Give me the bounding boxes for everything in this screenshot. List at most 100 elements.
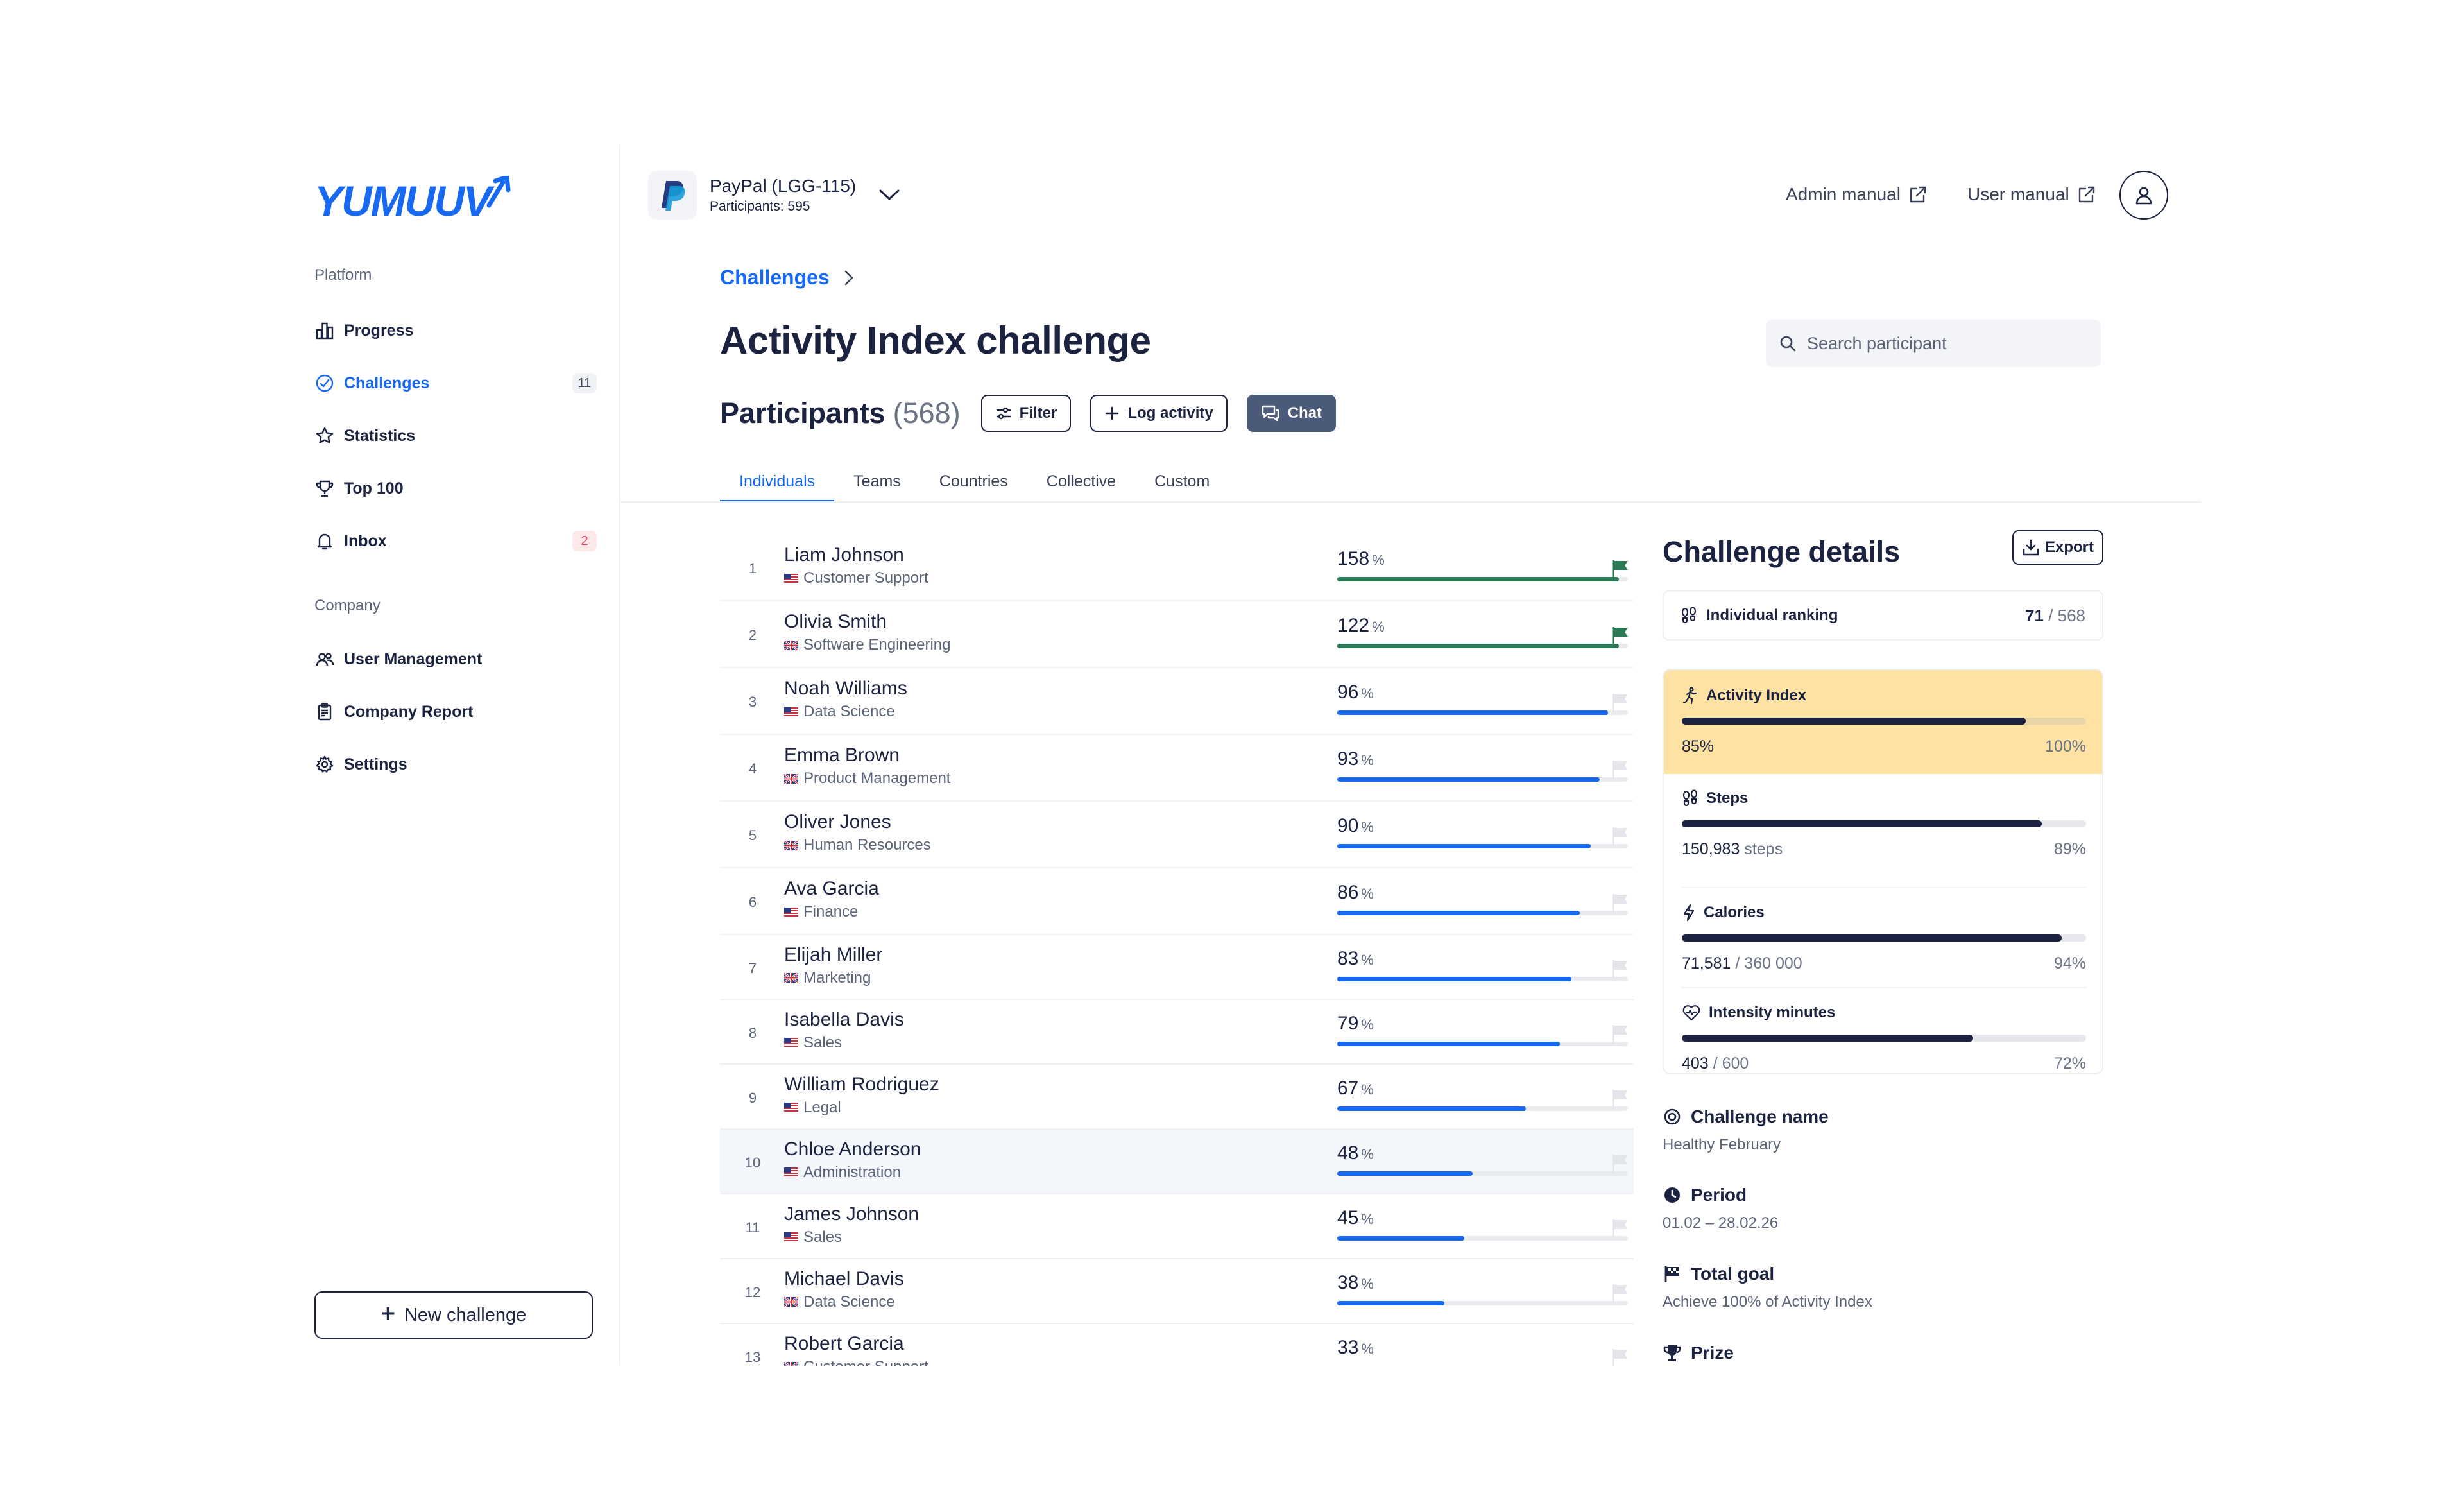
progress-track bbox=[1337, 644, 1628, 648]
participant-rank: 5 bbox=[748, 827, 757, 843]
chat-button[interactable]: Chat bbox=[1246, 395, 1337, 432]
challenge-name-label: Challenge name bbox=[1691, 1106, 1829, 1126]
admin-manual-link[interactable]: Admin manual bbox=[1786, 184, 1928, 205]
department-label: Legal bbox=[803, 1098, 841, 1116]
bell-icon bbox=[314, 531, 335, 551]
participant-department: Customer Support bbox=[784, 1358, 928, 1366]
participant-name[interactable]: Liam Johnson bbox=[784, 544, 904, 566]
progress-fill bbox=[1337, 1300, 1444, 1305]
participant-row[interactable]: 13 Robert Garcia Customer Support 33% bbox=[720, 1324, 1634, 1366]
participant-row[interactable]: 4 Emma Brown Product Management 93% bbox=[720, 735, 1634, 802]
calories-value-group: 71,581 / 360 000 bbox=[1682, 954, 1802, 973]
sidebar-item-progress[interactable]: Progress bbox=[314, 314, 597, 347]
participant-name[interactable]: William Rodriguez bbox=[784, 1074, 939, 1096]
participant-row[interactable]: 12 Michael Davis Data Science 38% bbox=[720, 1259, 1634, 1324]
participant-percent: 93% bbox=[1337, 748, 1374, 770]
participant-rank: 11 bbox=[745, 1219, 760, 1235]
participant-row[interactable]: 6 Ava Garcia Finance 86% bbox=[720, 868, 1634, 935]
participant-row[interactable]: 11 James Johnson Sales 45% bbox=[720, 1194, 1634, 1259]
calories-track bbox=[1682, 934, 2086, 942]
sidebar-item-statistics[interactable]: Statistics bbox=[314, 420, 597, 452]
sidebar-item-top-100[interactable]: Top 100 bbox=[314, 472, 597, 504]
search-participant-input[interactable] bbox=[1807, 333, 2089, 354]
running-icon bbox=[1682, 687, 1697, 705]
participant-row[interactable]: 7 Elijah Miller Marketing 83% bbox=[720, 935, 1634, 1000]
department-label: Data Science bbox=[803, 1293, 895, 1311]
challenge-name-value: Healthy February bbox=[1663, 1136, 1781, 1153]
activity-index-fill bbox=[1682, 718, 2026, 725]
participant-name[interactable]: Olivia Smith bbox=[784, 611, 887, 633]
participant-row[interactable]: 9 William Rodriguez Legal 67% bbox=[720, 1065, 1634, 1130]
progress-fill bbox=[1337, 710, 1608, 715]
chevron-down-icon[interactable] bbox=[878, 188, 901, 202]
participant-row[interactable]: 10 Chloe Anderson Administration 48% bbox=[720, 1130, 1634, 1194]
percent-unit: % bbox=[1361, 951, 1374, 968]
goal-flag-icon bbox=[1612, 894, 1628, 913]
goal-flag-icon bbox=[1612, 1089, 1628, 1109]
participant-row[interactable]: 3 Noah Williams Data Science 96% bbox=[720, 668, 1634, 735]
steps-fill bbox=[1682, 820, 2042, 827]
steps-value: 150,983 bbox=[1682, 840, 1740, 858]
plus-icon: + bbox=[381, 1300, 395, 1327]
user-manual-link[interactable]: User manual bbox=[1967, 184, 2096, 205]
sidebar-item-inbox[interactable]: Inbox 2 bbox=[314, 525, 597, 557]
yumuuv-logo[interactable]: YUMUUV bbox=[314, 168, 512, 222]
percent-unit: % bbox=[1361, 752, 1374, 768]
participant-percent: 67% bbox=[1337, 1078, 1374, 1099]
participant-name[interactable]: James Johnson bbox=[784, 1203, 919, 1225]
participant-name[interactable]: Noah Williams bbox=[784, 678, 907, 700]
participant-department: Human Resources bbox=[784, 836, 931, 854]
participant-name[interactable]: Chloe Anderson bbox=[784, 1139, 921, 1160]
sidebar-item-company-report[interactable]: Company Report bbox=[314, 696, 597, 728]
log-activity-button[interactable]: Log activity bbox=[1090, 395, 1228, 432]
tab-custom[interactable]: Custom bbox=[1135, 469, 1229, 502]
participant-row[interactable]: 8 Isabella Davis Sales 79% bbox=[720, 1000, 1634, 1065]
sidebar-item-settings[interactable]: Settings bbox=[314, 748, 597, 780]
participant-department: Customer Support bbox=[784, 569, 928, 587]
filter-button[interactable]: Filter bbox=[980, 395, 1072, 432]
participant-rank: 4 bbox=[748, 761, 757, 777]
participant-row[interactable]: 5 Oliver Jones Human Resources 90% bbox=[720, 802, 1634, 868]
participant-row[interactable]: 2 Olivia Smith Software Engineering 122% bbox=[720, 601, 1634, 668]
department-label: Software Engineering bbox=[803, 636, 951, 653]
participant-name[interactable]: Emma Brown bbox=[784, 745, 900, 766]
total-goal-info: Total goal Achieve 100% of Activity Inde… bbox=[1663, 1264, 1872, 1311]
user-avatar-button[interactable] bbox=[2119, 171, 2168, 220]
participant-name[interactable]: Michael Davis bbox=[784, 1268, 904, 1290]
new-challenge-button[interactable]: + New challenge bbox=[314, 1291, 593, 1339]
progress-track bbox=[1337, 976, 1628, 981]
sidebar-item-challenges[interactable]: Challenges 11 bbox=[314, 367, 597, 399]
progress-fill bbox=[1337, 844, 1591, 848]
tab-collective[interactable]: Collective bbox=[1027, 469, 1135, 502]
participant-name[interactable]: Robert Garcia bbox=[784, 1333, 904, 1355]
department-label: Marketing bbox=[803, 969, 871, 986]
breadcrumb[interactable]: Challenges bbox=[720, 266, 854, 289]
company-switcher[interactable]: PayPal (LGG-115) Participants: 595 bbox=[648, 171, 901, 220]
logo-arrow-icon bbox=[486, 176, 511, 208]
participant-name[interactable]: Ava Garcia bbox=[784, 878, 879, 900]
calories-unit: / 360 000 bbox=[1735, 954, 1802, 972]
participant-row[interactable]: 1 Liam Johnson Customer Support 158% bbox=[720, 535, 1634, 601]
participant-name[interactable]: Oliver Jones bbox=[784, 811, 891, 833]
uk-flag-icon bbox=[784, 973, 798, 983]
breadcrumb-challenges[interactable]: Challenges bbox=[720, 266, 830, 289]
participants-count: (568) bbox=[893, 397, 961, 429]
log-activity-label: Log activity bbox=[1127, 404, 1213, 422]
tab-teams[interactable]: Teams bbox=[834, 469, 920, 502]
participant-rank: 8 bbox=[748, 1024, 757, 1041]
search-icon bbox=[1780, 336, 1796, 352]
participant-name[interactable]: Elijah Miller bbox=[784, 944, 882, 966]
tab-countries[interactable]: Countries bbox=[920, 469, 1027, 502]
us-flag-icon bbox=[784, 907, 798, 917]
tab-individuals[interactable]: Individuals bbox=[720, 469, 835, 502]
intensity-minutes-percent: 72% bbox=[2053, 1055, 2086, 1072]
participant-name[interactable]: Isabella Davis bbox=[784, 1009, 904, 1031]
search-box[interactable] bbox=[1766, 320, 2101, 367]
department-label: Product Management bbox=[803, 770, 951, 787]
new-challenge-label: New challenge bbox=[404, 1304, 527, 1325]
intensity-minutes-unit: / 600 bbox=[1713, 1055, 1749, 1072]
department-label: Finance bbox=[803, 903, 859, 920]
export-button[interactable]: Export bbox=[2012, 530, 2103, 565]
sidebar-item-user-management[interactable]: User Management bbox=[314, 643, 597, 675]
trophy-icon bbox=[314, 478, 335, 499]
